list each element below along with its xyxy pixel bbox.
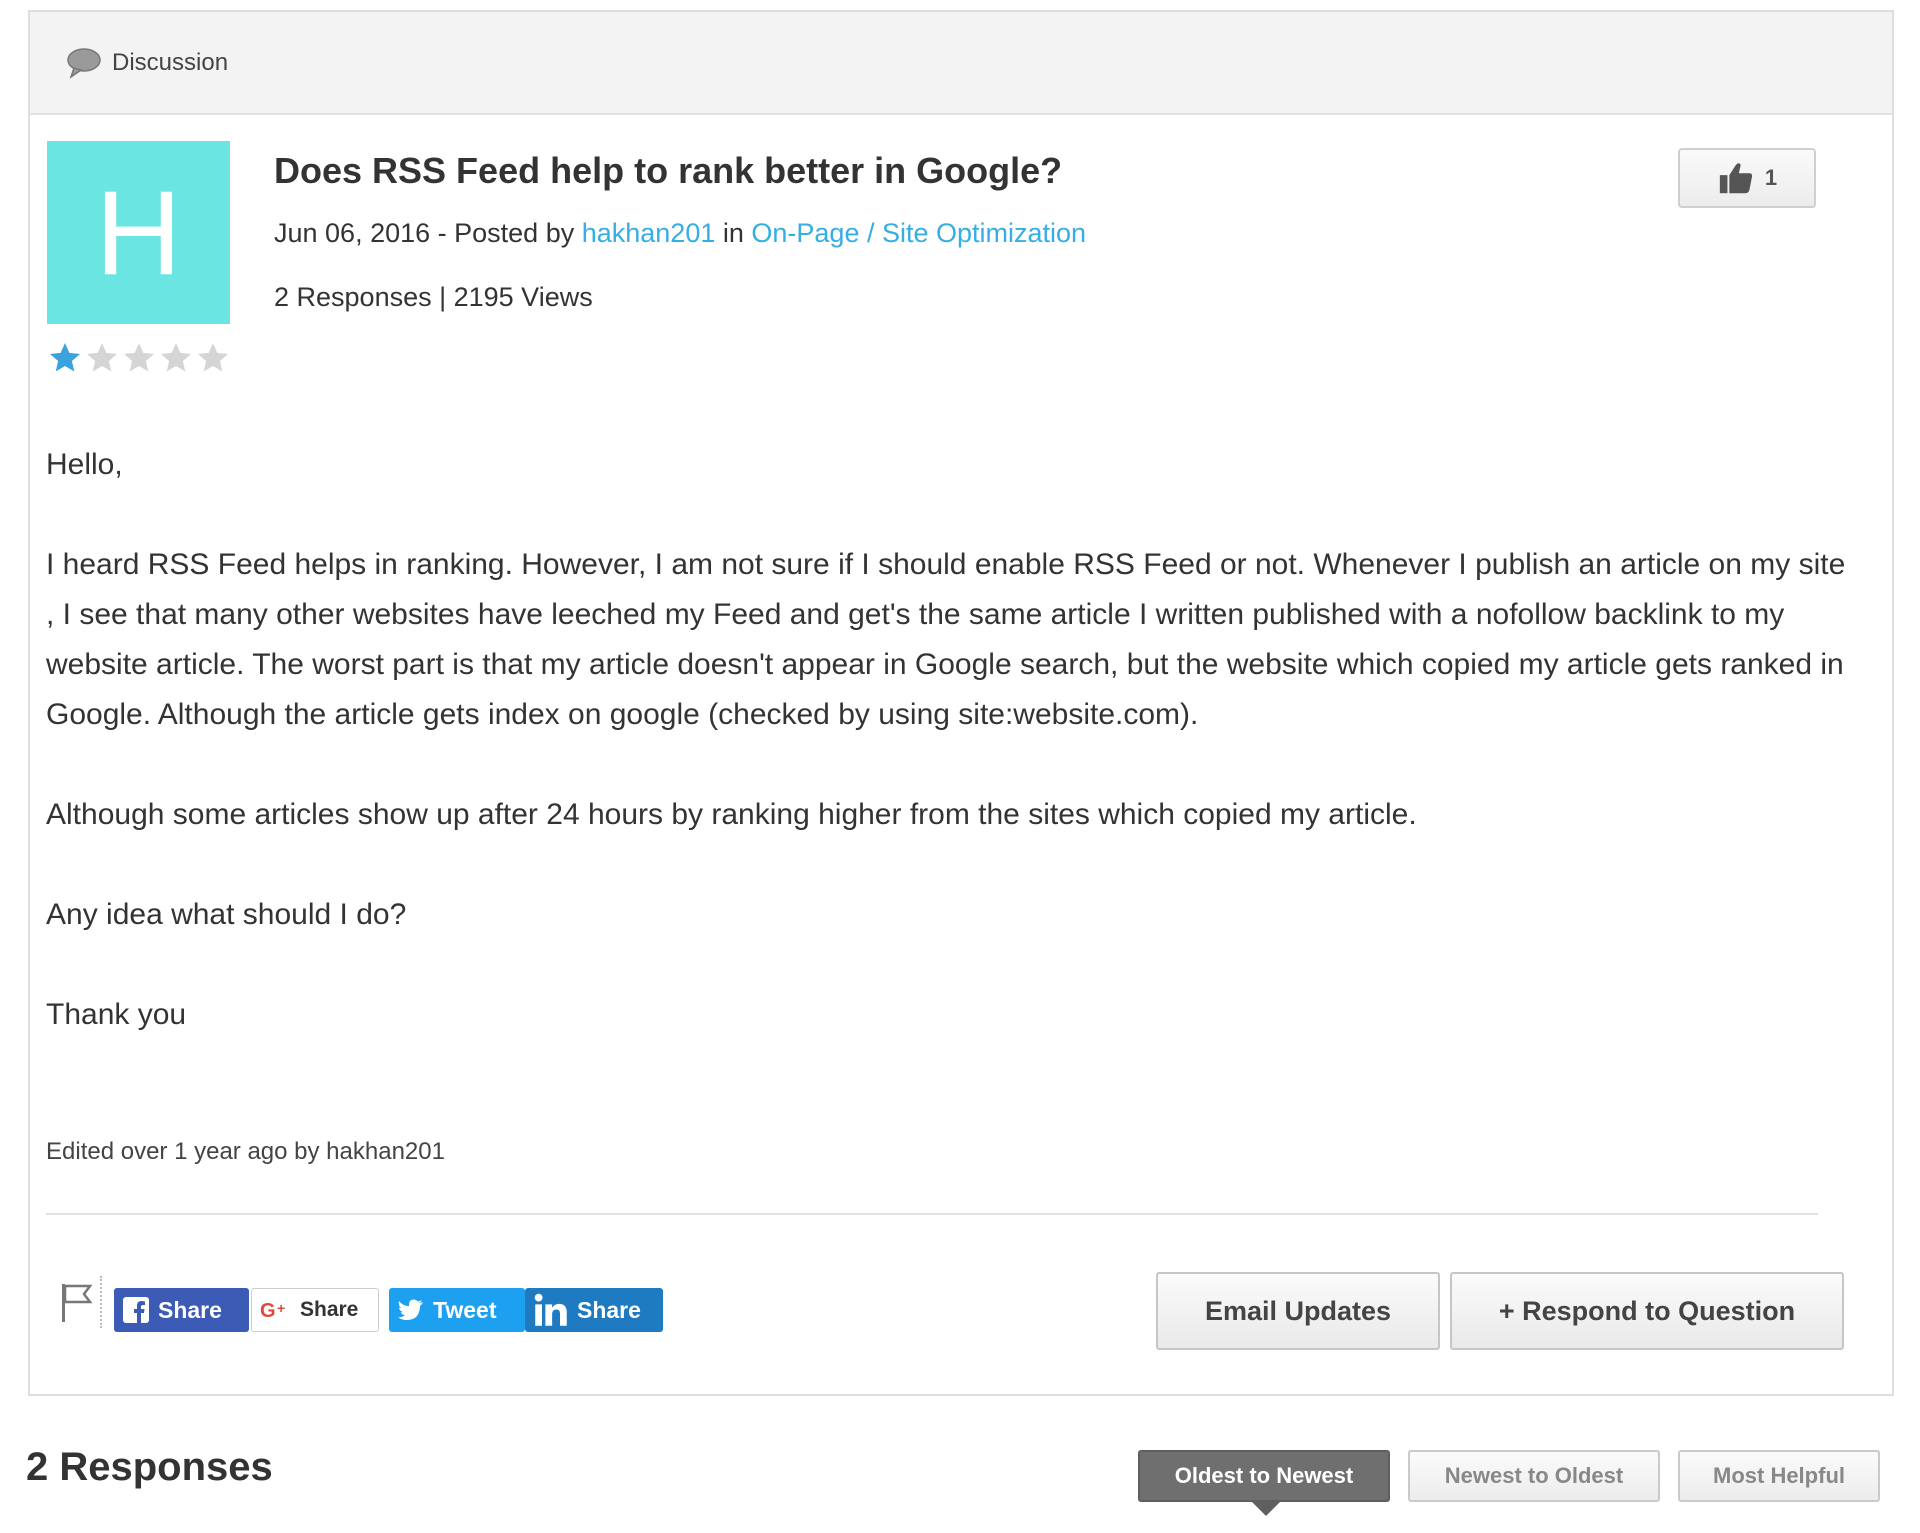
body-paragraph: Thank you <box>46 998 187 1031</box>
in-word: in <box>715 218 752 248</box>
twitter-icon <box>398 1299 423 1320</box>
question-body: Hello, I heard RSS Feed helps in ranking… <box>46 440 1846 1090</box>
body-paragraph: Hello, <box>46 448 123 481</box>
responses-heading: 2 Responses <box>26 1445 273 1489</box>
separator <box>100 1276 102 1328</box>
thumbs-up-icon <box>1719 163 1753 194</box>
author-link[interactable]: hakhan201 <box>582 218 716 248</box>
google-plus-share-button[interactable]: G + Share <box>251 1288 379 1332</box>
sort-oldest-to-newest-button[interactable]: Oldest to Newest <box>1138 1450 1390 1516</box>
question-stats: 2 Responses | 2195 Views <box>274 282 593 312</box>
star-empty-icon[interactable] <box>195 340 231 376</box>
speech-bubble-icon <box>67 47 101 79</box>
body-paragraph: I heard RSS Feed helps in ranking. Howev… <box>46 548 1846 731</box>
linkedin-share-label: Share <box>577 1296 641 1323</box>
facebook-share-button[interactable]: Share <box>114 1288 249 1332</box>
linkedin-icon <box>534 1293 567 1326</box>
star-filled-icon[interactable] <box>47 340 83 376</box>
facebook-icon <box>123 1297 149 1323</box>
star-empty-icon[interactable] <box>84 340 120 376</box>
body-paragraph: Although some articles show up after 24 … <box>46 798 1417 831</box>
respond-to-question-button[interactable]: + Respond to Question <box>1450 1272 1844 1350</box>
twitter-tweet-button[interactable]: Tweet <box>389 1288 525 1332</box>
panel-header: Discussion <box>30 12 1892 115</box>
question-title: Does RSS Feed help to rank better in Goo… <box>274 150 1063 191</box>
post-date: Jun 06, 2016 - Posted by <box>274 218 582 248</box>
linkedin-share-button[interactable]: Share <box>525 1288 663 1332</box>
body-paragraph: Any idea what should I do? <box>46 898 407 931</box>
facebook-share-label: Share <box>158 1296 222 1323</box>
panel-header-label: Discussion <box>112 48 229 76</box>
share-buttons: Share G + Share Tweet Share <box>114 1288 663 1332</box>
category-link[interactable]: On-Page / Site Optimization <box>751 218 1086 248</box>
rating-stars[interactable] <box>47 340 231 376</box>
star-empty-icon[interactable] <box>158 340 194 376</box>
email-updates-button[interactable]: Email Updates <box>1156 1272 1440 1350</box>
twitter-tweet-label: Tweet <box>433 1296 497 1323</box>
edited-note: Edited over 1 year ago by hakhan201 <box>46 1138 445 1165</box>
like-count: 1 <box>1764 165 1778 190</box>
star-empty-icon[interactable] <box>121 340 157 376</box>
avatar[interactable]: H <box>47 141 230 324</box>
svg-text:G: G <box>260 1300 276 1322</box>
svg-text:+: + <box>277 1300 285 1316</box>
flag-icon[interactable] <box>56 1280 96 1324</box>
question-meta: Jun 06, 2016 - Posted by hakhan201 in On… <box>274 218 1086 249</box>
google-plus-icon: G + <box>260 1300 285 1322</box>
sort-newest-to-oldest-button[interactable]: Newest to Oldest <box>1408 1450 1660 1502</box>
google-plus-share-label: Share <box>300 1298 359 1321</box>
divider <box>46 1213 1818 1215</box>
like-button[interactable]: 1 <box>1678 148 1816 208</box>
sort-most-helpful-button[interactable]: Most Helpful <box>1678 1450 1880 1502</box>
